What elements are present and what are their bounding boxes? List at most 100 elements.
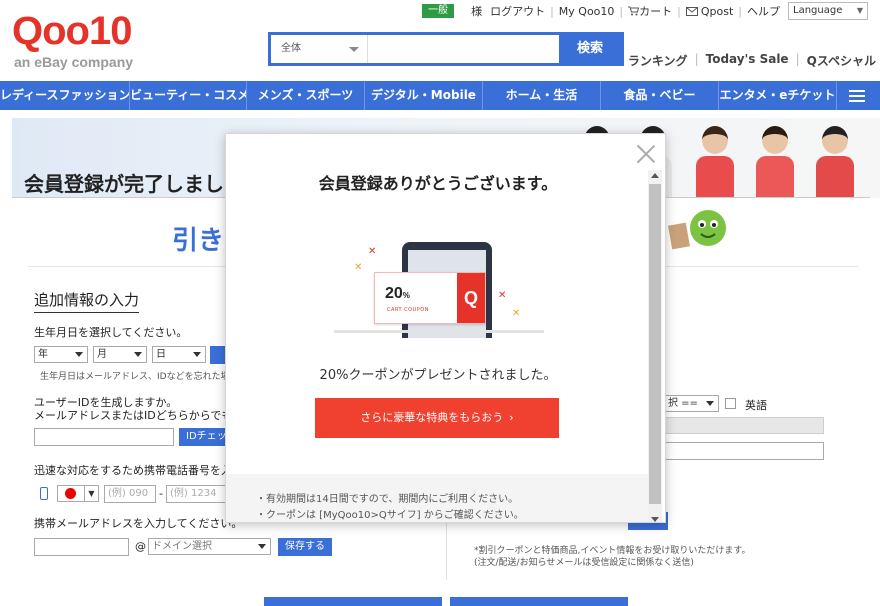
language-select-label: Language xyxy=(793,5,843,16)
page-root: Qoo10 an eBay company 一般 様 ログアウト | My Qo… xyxy=(0,0,880,606)
right-select[interactable]: 択 == xyxy=(664,395,719,412)
bottom-button-right[interactable] xyxy=(450,597,628,606)
id-check-button[interactable]: IDチェッ xyxy=(179,428,227,446)
more-benefits-button[interactable]: さらに豪華な特典をもらおう › xyxy=(315,398,559,438)
scroll-up-icon[interactable] xyxy=(651,173,659,178)
at-mark: @ xyxy=(135,540,146,553)
scrollbar-thumb[interactable] xyxy=(649,184,661,504)
mail-domain-select[interactable]: ドメイン選択 xyxy=(148,538,271,555)
mobile-mail-label: 携帯メールアドレスを入力してください。 xyxy=(34,517,243,530)
chevron-down-icon: ▼ xyxy=(856,6,863,15)
logo-wordmark: Qoo10 xyxy=(12,9,132,53)
modal-footer-notes: ・有効期間は14日間ですので、期間内にご利用ください。 ・クーポンは [MyQo… xyxy=(226,474,650,522)
coupon-percent-sign: % xyxy=(402,291,410,300)
qoo10-logo[interactable]: Qoo10 an eBay company xyxy=(12,8,142,74)
help-link[interactable]: ヘルプ xyxy=(747,3,780,19)
chevron-right-icon: › xyxy=(509,411,514,424)
birth-year-select[interactable]: 年 xyxy=(34,346,88,363)
coupon-percent: 20% xyxy=(385,285,410,303)
registration-complete-modal: 会員登録ありがとうございます。 20% CART COUPON Q ✕ ✕ ✕ … xyxy=(225,133,666,523)
todays-sale-link[interactable]: Today's Sale xyxy=(706,52,789,69)
chevron-down-icon xyxy=(134,352,142,357)
top-utility-links: 様 ログアウト | My Qoo10 | カート | Qpost | ヘルプ L… xyxy=(471,2,868,20)
category-nav: レディースファッション ビューティー・コスメ メンズ・スポーツ デジタル・Mob… xyxy=(0,81,880,110)
userid-sublabel: メールアドレスまたはIDどちらからでもロ xyxy=(34,409,244,422)
mobile-mail-input[interactable] xyxy=(34,538,129,556)
mail-domain-value: ドメイン選択 xyxy=(152,541,212,552)
right-input-disabled xyxy=(664,417,824,434)
header-sub-links: ランキング | Today's Sale | Qスペシャル xyxy=(627,52,876,69)
country-code-select[interactable]: ▼ xyxy=(57,485,99,502)
birth-day-value: 日 xyxy=(156,349,166,360)
birthdate-label: 生年月日を選択してください。 xyxy=(34,326,188,339)
sparkle-icon: ✕ xyxy=(368,246,377,257)
sparkle-icon: ✕ xyxy=(354,262,363,273)
modal-scrollbar[interactable] xyxy=(648,170,662,522)
search-category-select[interactable]: 全体 xyxy=(271,35,367,63)
coupon-logo: Q xyxy=(457,273,485,323)
search-input[interactable] xyxy=(367,35,559,63)
nav-home-living[interactable]: ホーム・生活 xyxy=(483,81,601,110)
coupon-percent-value: 20 xyxy=(385,285,403,302)
birth-month-select[interactable]: 月 xyxy=(93,346,147,363)
qpost-link[interactable]: Qpost xyxy=(685,5,733,18)
page-title: 会員登録が完了しまし xyxy=(24,172,224,196)
nav-beauty-cosme[interactable]: ビューティー・コスメ xyxy=(130,81,247,110)
chevron-down-icon: ▼ xyxy=(84,486,98,501)
smartphone-icon xyxy=(40,487,48,500)
phone-label: 迅速な対応をするため携帯電話番号を入 xyxy=(34,464,232,477)
english-checkbox[interactable] xyxy=(725,398,736,409)
mail-icon xyxy=(685,6,698,16)
nav-entertainment-eticket[interactable]: エンタメ・eチケット xyxy=(719,81,837,110)
coupon-card: 20% CART COUPON Q xyxy=(374,272,486,324)
logo-tagline: an eBay company xyxy=(14,54,134,70)
birthdate-note: 生年月日はメールアドレス、IDなどを忘れた場合 xyxy=(40,372,239,382)
menu-icon[interactable] xyxy=(837,81,873,110)
chevron-down-icon xyxy=(193,352,201,357)
modal-title: 会員登録ありがとうございます。 xyxy=(318,174,558,193)
scroll-down-icon[interactable] xyxy=(651,517,659,522)
right-input[interactable] xyxy=(664,442,824,460)
phone-middle-input[interactable]: (例) 1234 xyxy=(166,485,226,503)
nav-ladies-fashion[interactable]: レディースファッション xyxy=(0,81,130,110)
logout-link[interactable]: ログアウト xyxy=(490,3,545,19)
phone-dash: - xyxy=(159,487,163,500)
cart-link[interactable]: カート xyxy=(628,3,672,19)
cart-icon xyxy=(628,6,640,16)
my-qoo10-link[interactable]: My Qoo10 xyxy=(559,5,615,18)
newsletter-subnote: (注文/配送/お知らせメールは受信設定に関係なく送信) xyxy=(474,558,694,568)
member-grade-badge: 一般 xyxy=(422,4,454,18)
birthdate-save-button[interactable] xyxy=(210,346,226,364)
search-bar: 全体 検索 xyxy=(268,32,624,66)
nav-food-baby[interactable]: 食品・ベビー xyxy=(601,81,719,110)
search-button[interactable]: 検索 xyxy=(559,35,621,63)
japan-flag-icon xyxy=(65,488,76,499)
chevron-down-icon xyxy=(75,352,83,357)
sparkle-icon: ✕ xyxy=(498,290,507,301)
save-button[interactable]: 保存する xyxy=(278,538,332,556)
coupon-illustration: 20% CART COUPON Q ✕ ✕ ✕ ✕ xyxy=(334,238,544,338)
mascot-icon xyxy=(668,210,726,250)
birth-year-value: 年 xyxy=(38,349,48,360)
birth-month-value: 月 xyxy=(97,349,107,360)
phone-prefix-input[interactable]: (例) 090 xyxy=(104,485,156,503)
chevron-down-icon xyxy=(706,401,714,406)
ranking-link[interactable]: ランキング xyxy=(628,52,688,69)
user-greeting: 様 xyxy=(471,5,483,18)
close-icon[interactable] xyxy=(635,143,657,165)
nav-digital-mobile[interactable]: デジタル・Mobile xyxy=(365,81,483,110)
chevron-down-icon xyxy=(258,544,266,549)
cart-link-label: カート xyxy=(639,5,673,18)
nav-mens-sports[interactable]: メンズ・スポーツ xyxy=(247,81,365,110)
more-benefits-label: さらに豪華な特典をもらおう xyxy=(360,411,504,424)
q-special-link[interactable]: Qスペシャル xyxy=(807,52,876,69)
section-heading: 引き xyxy=(172,226,225,256)
sparkle-icon: ✕ xyxy=(512,308,521,319)
bottom-button-left[interactable] xyxy=(264,597,442,606)
validity-note: ・有効期間は14日間ですので、期間内にご利用ください。 xyxy=(256,494,519,505)
birth-day-select[interactable]: 日 xyxy=(152,346,206,363)
coupon-location-note: ・クーポンは [MyQoo10>Qサイフ] からご確認ください。 xyxy=(256,510,524,521)
language-select[interactable]: Language ▼ xyxy=(788,2,868,20)
userid-input[interactable] xyxy=(34,428,174,446)
search-category-label: 全体 xyxy=(281,43,301,54)
